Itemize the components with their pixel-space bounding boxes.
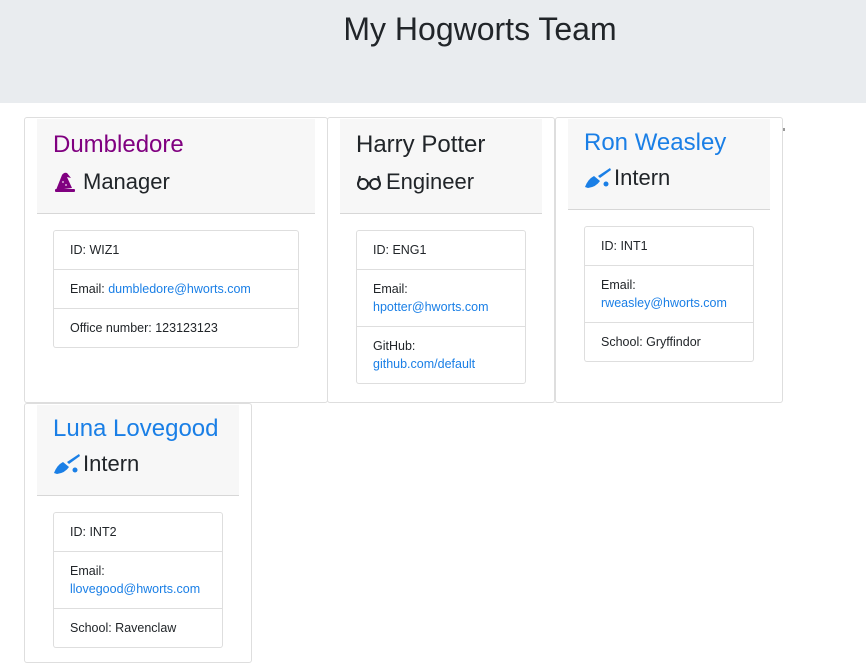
info-list: ID: WIZ1 Email: dumbledore@hworts.com Of… xyxy=(53,230,299,348)
info-list: ID: INT2 Email: llovegood@hworts.com Sch… xyxy=(53,512,223,648)
office-number-item: Office number: 123123123 xyxy=(70,321,218,335)
employee-role: Intern xyxy=(584,165,670,191)
email-item: Email: dumbledore@hworts.com xyxy=(54,270,298,309)
glasses-icon xyxy=(356,171,381,193)
role-label: Intern xyxy=(614,165,671,190)
email-label: Email: xyxy=(70,282,109,296)
employee-name: Harry Potter xyxy=(356,131,486,158)
broom-icon xyxy=(53,453,80,475)
id-item: ID: ENG1 xyxy=(357,231,525,270)
email-item: Email: rweasley@hworts.com xyxy=(585,266,753,323)
github-label: GitHub: xyxy=(373,339,416,353)
page-title: My Hogworts Team xyxy=(343,11,617,47)
employee-name: Dumbledore xyxy=(53,131,184,158)
email-item: Email: llovegood@hworts.com xyxy=(54,552,222,609)
employee-role: Intern xyxy=(53,451,139,477)
employee-role: Manager xyxy=(53,169,170,195)
employee-name: Luna Lovegood xyxy=(53,415,219,442)
card-header: Ron Weasley Intern xyxy=(568,119,770,210)
email-link[interactable]: dumbledore@hworts.com xyxy=(108,282,251,296)
employee-role: Engineer xyxy=(356,169,474,195)
role-label: Intern xyxy=(83,451,140,476)
github-item: GitHub: github.com/default xyxy=(357,327,525,383)
school-item: School: Ravenclaw xyxy=(70,621,177,635)
email-link[interactable]: llovegood@hworts.com xyxy=(70,582,200,596)
email-link[interactable]: hpotter@hworts.com xyxy=(373,300,489,314)
id-item: ID: INT2 xyxy=(54,513,222,552)
github-link[interactable]: github.com/default xyxy=(373,357,475,371)
employee-name: Ron Weasley xyxy=(584,129,727,156)
email-label: Email: xyxy=(70,564,105,578)
role-label: Manager xyxy=(83,169,170,194)
role-label: Engineer xyxy=(386,169,475,194)
jumbotron-header: My Hogworts Team xyxy=(0,0,866,103)
employee-card-intern: Ron Weasley Intern ID: INT1 Email: rweas… xyxy=(555,117,783,403)
wizard-hat-icon xyxy=(53,171,77,193)
email-label: Email: xyxy=(601,278,636,292)
employee-card-intern: Luna Lovegood Intern ID: INT2 Email: llo… xyxy=(24,403,252,663)
card-header: Luna Lovegood Intern xyxy=(37,405,239,496)
stray-mark xyxy=(783,128,785,131)
employee-card-engineer: Harry Potter Engineer ID: ENG1 Email: hp… xyxy=(327,117,555,403)
email-link[interactable]: rweasley@hworts.com xyxy=(601,296,727,310)
broom-icon xyxy=(584,167,611,189)
school-item: School: Gryffindor xyxy=(601,335,701,349)
employee-card-manager: Dumbledore Manager ID: WIZ1 Email: dumbl… xyxy=(24,117,328,403)
id-item: ID: WIZ1 xyxy=(54,231,298,270)
info-list: ID: INT1 Email: rweasley@hworts.com Scho… xyxy=(584,226,754,362)
card-header: Harry Potter Engineer xyxy=(340,119,542,214)
email-label: Email: xyxy=(373,282,408,296)
info-list: ID: ENG1 Email: hpotter@hworts.com GitHu… xyxy=(356,230,526,384)
email-item: Email: hpotter@hworts.com xyxy=(357,270,525,327)
card-header: Dumbledore Manager xyxy=(37,119,315,214)
id-item: ID: INT1 xyxy=(585,227,753,266)
